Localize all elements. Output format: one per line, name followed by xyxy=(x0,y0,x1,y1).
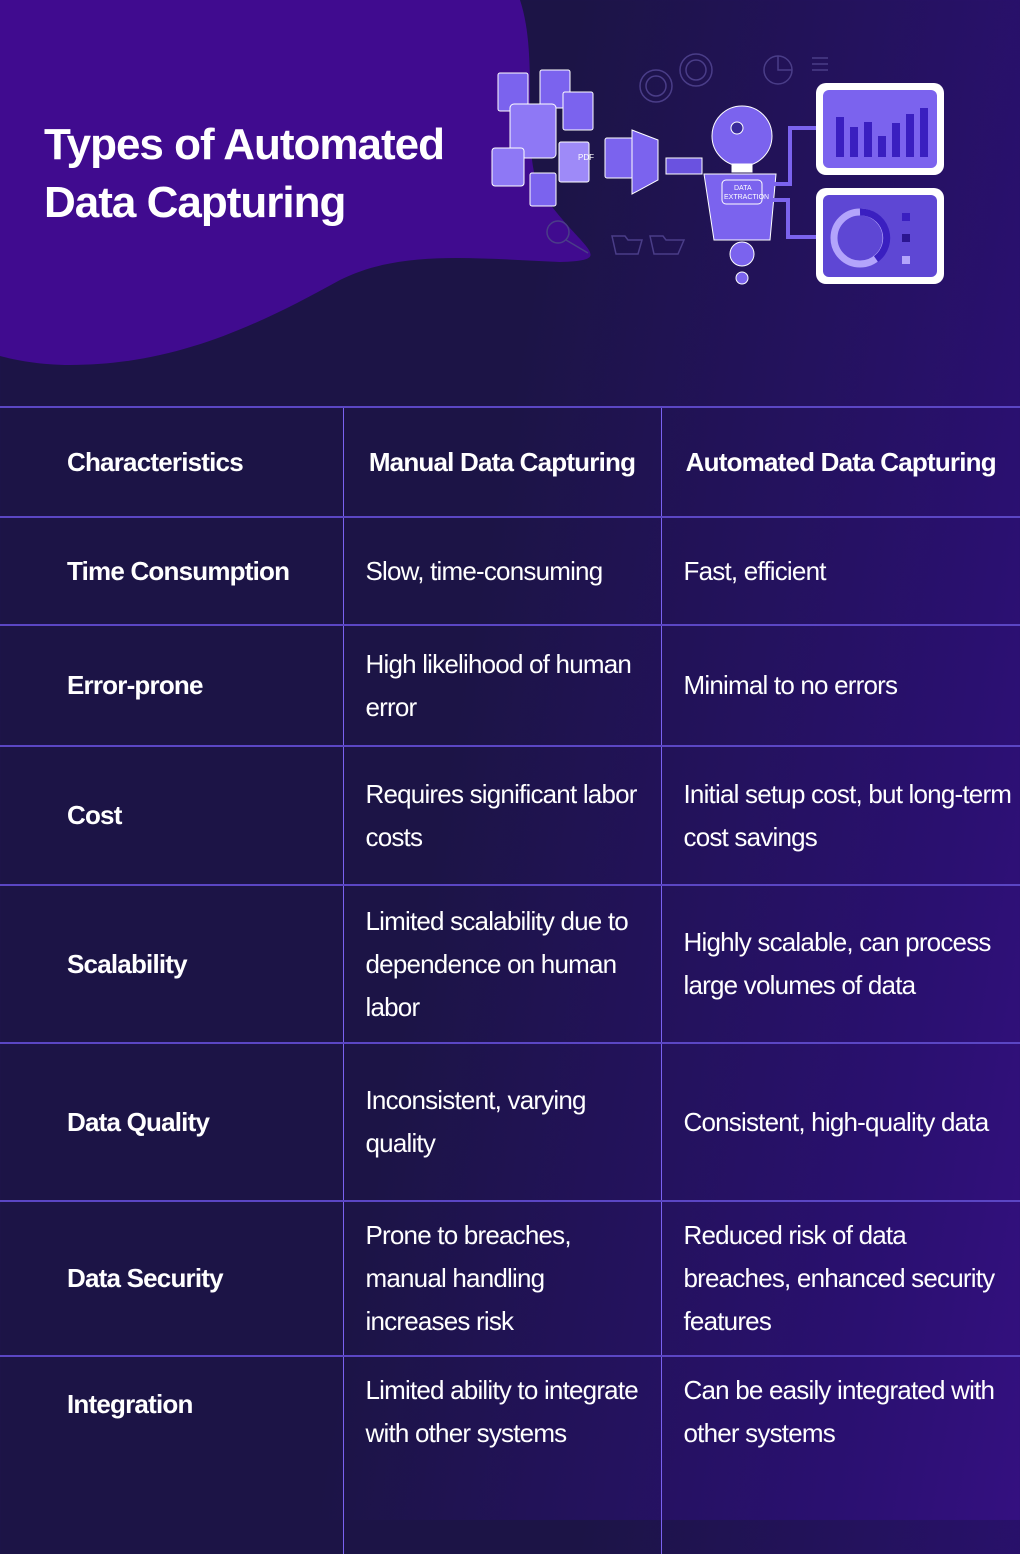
table-row: Cost Requires significant labor costs In… xyxy=(0,745,1020,885)
funnel-icon xyxy=(631,129,703,195)
folder-icon xyxy=(611,235,686,255)
row-characteristic: Error-prone xyxy=(0,624,343,746)
row-characteristic: Time Consumption xyxy=(0,516,343,625)
data-extraction-illustration: PDF DATA EXTRACTION xyxy=(491,53,944,285)
row-manual-value: Prone to breaches, manual handling incre… xyxy=(342,1200,661,1356)
header-manual: Manual Data Capturing xyxy=(342,406,661,517)
row-manual-value: Limited ability to integrate with other … xyxy=(342,1355,661,1554)
row-manual-value: Limited scalability due to dependence on… xyxy=(342,884,661,1043)
header-characteristics: Characteristics xyxy=(0,406,343,517)
row-manual-value: Slow, time-consuming xyxy=(342,516,661,625)
magnifier-icon xyxy=(546,220,589,254)
row-automated-value: Initial setup cost, but long-term cost s… xyxy=(660,745,1020,885)
pdf-label: PDF xyxy=(578,153,594,162)
page-title-line-2: Data Capturing xyxy=(44,178,346,227)
row-characteristic: Data Security xyxy=(0,1200,343,1356)
row-manual-value: Requires significant labor costs xyxy=(342,745,661,885)
table-row: Error-prone High likelihood of human err… xyxy=(0,624,1020,746)
table-row: Data Security Prone to breaches, manual … xyxy=(0,1200,1020,1356)
donut-chart-panel-icon xyxy=(816,188,944,284)
row-automated-value: Highly scalable, can process large volum… xyxy=(660,884,1020,1043)
row-automated-value: Minimal to no errors xyxy=(660,624,1020,746)
row-manual-value: High likelihood of human error xyxy=(342,624,661,746)
gear-icon xyxy=(639,53,713,103)
robot-badge-line-2: EXTRACTION xyxy=(724,194,769,201)
robot-badge-line-1: DATA xyxy=(734,185,752,192)
header-automated: Automated Data Capturing xyxy=(660,406,1020,517)
row-characteristic: Scalability xyxy=(0,884,343,1043)
table-row: Data Quality Inconsistent, varying quali… xyxy=(0,1042,1020,1201)
connector-lines xyxy=(772,126,816,239)
table-row: Integration Limited ability to integrate… xyxy=(0,1355,1020,1554)
comparison-table: Characteristics Manual Data Capturing Au… xyxy=(0,406,1020,1554)
page-title-line-1: Types of Automated xyxy=(44,120,445,169)
row-automated-value: Consistent, high-quality data xyxy=(660,1042,1020,1201)
document-icon xyxy=(491,69,634,207)
row-automated-value: Can be easily integrated with other syst… xyxy=(660,1355,1020,1554)
row-characteristic: Data Quality xyxy=(0,1042,343,1201)
table-header-row: Characteristics Manual Data Capturing Au… xyxy=(0,406,1020,517)
row-automated-value: Reduced risk of data breaches, enhanced … xyxy=(660,1200,1020,1356)
table-row: Time Consumption Slow, time-consuming Fa… xyxy=(0,516,1020,625)
row-automated-value: Fast, efficient xyxy=(660,516,1020,625)
page-title: Types of Automated Data Capturing xyxy=(44,116,445,232)
row-manual-value: Inconsistent, varying quality xyxy=(342,1042,661,1201)
row-characteristic: Cost xyxy=(0,745,343,885)
table-row: Scalability Limited scalability due to d… xyxy=(0,884,1020,1043)
pie-chart-icon xyxy=(763,55,828,85)
row-characteristic: Integration xyxy=(0,1355,343,1554)
bar-chart-panel-icon xyxy=(816,83,944,175)
